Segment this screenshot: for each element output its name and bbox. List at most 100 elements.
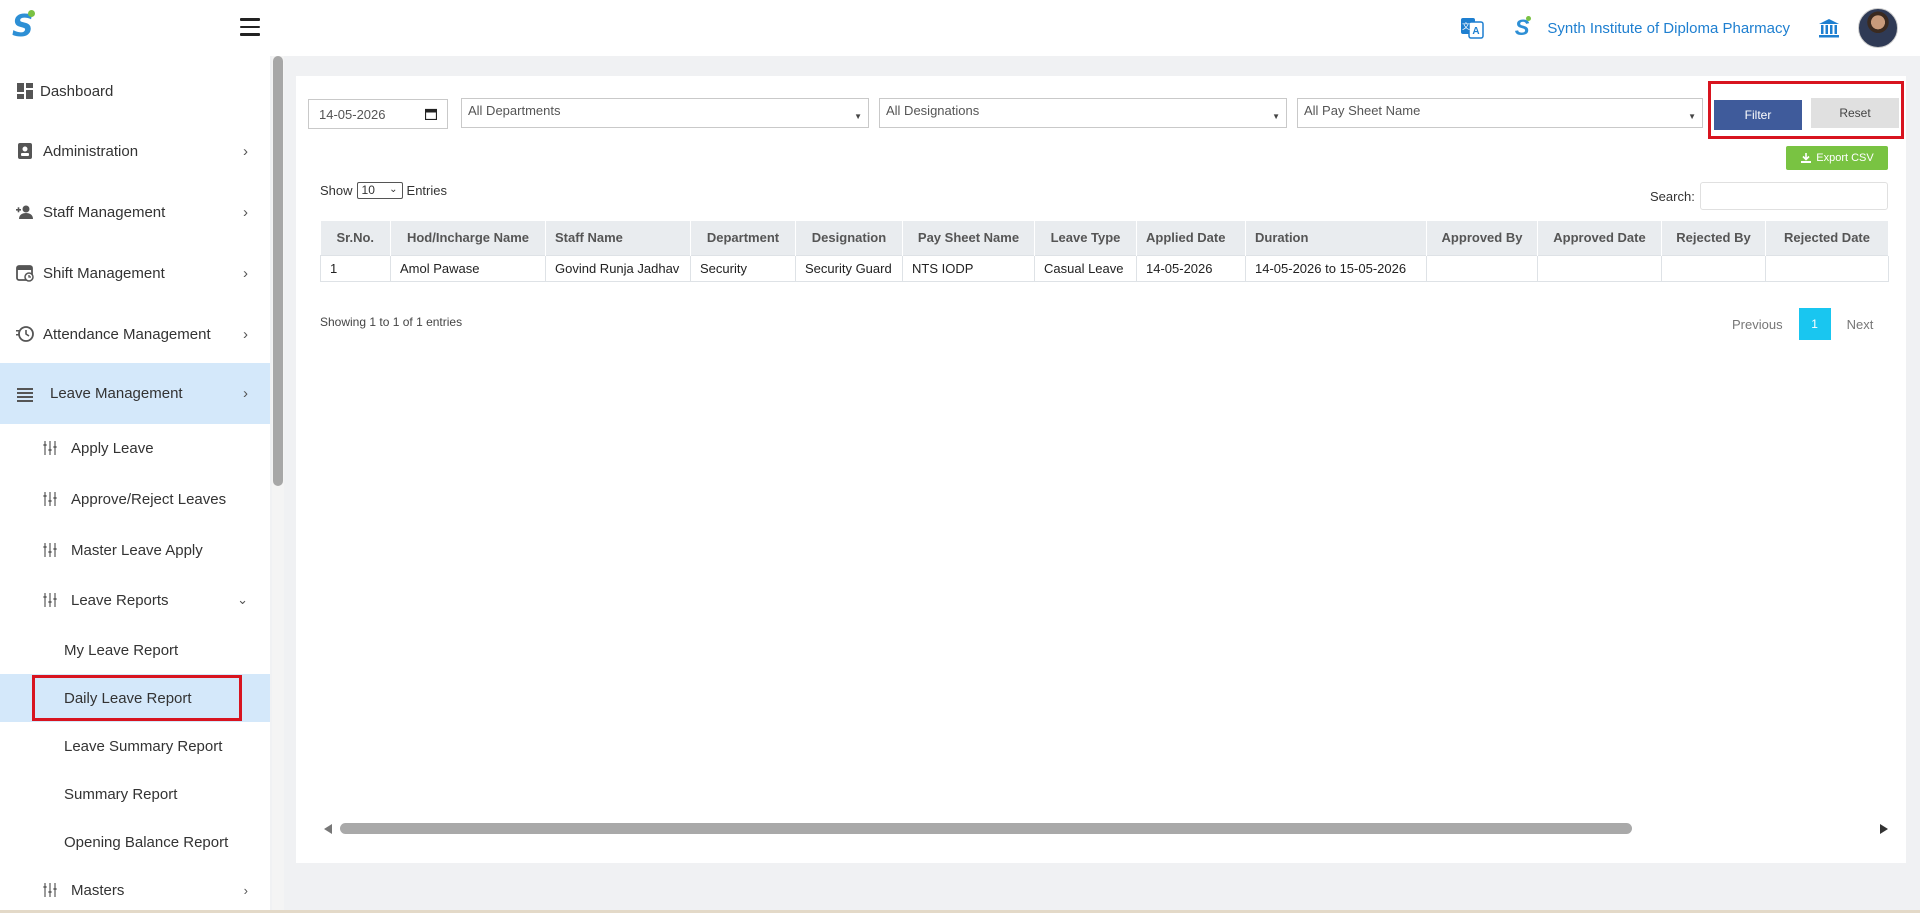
pagination: Previous 1 Next: [1732, 308, 1873, 340]
chevron-right-icon: ›: [243, 142, 248, 160]
col-header[interactable]: Pay Sheet Name: [902, 221, 1035, 255]
search-input[interactable]: [1700, 182, 1888, 210]
designation-value: All Designations: [886, 103, 980, 118]
sidebar-item-approve-reject-leaves[interactable]: Approve/Reject Leaves: [0, 475, 270, 523]
sidebar-label: Leave Summary Report: [64, 737, 223, 755]
department-value: All Departments: [468, 103, 561, 118]
chevron-right-icon: ›: [243, 385, 248, 402]
sidebar-item-master-leave-apply[interactable]: Master Leave Apply: [0, 526, 270, 574]
sliders-icon: [43, 543, 57, 557]
department-select[interactable]: All Departments ▼: [461, 98, 869, 128]
sidebar-item-summary-report[interactable]: Summary Report: [0, 770, 270, 818]
table-cell: Govind Runja Jadhav: [545, 254, 691, 282]
table-cell: 1: [320, 254, 391, 282]
chevron-right-icon: ›: [243, 882, 248, 898]
calendar-icon[interactable]: [425, 108, 437, 120]
table-cell: Casual Leave: [1034, 254, 1137, 282]
show-label: Show: [320, 183, 353, 198]
sliders-icon: [43, 883, 57, 897]
pay-sheet-select[interactable]: All Pay Sheet Name ▼: [1297, 98, 1703, 128]
sidebar-scroll-thumb[interactable]: [273, 56, 283, 486]
clock-icon: [16, 326, 34, 342]
col-header[interactable]: Duration: [1245, 221, 1427, 255]
export-label: Export CSV: [1816, 152, 1874, 164]
col-header[interactable]: Rejected By: [1661, 221, 1766, 255]
table-cell: Amol Pawase: [390, 254, 546, 282]
pay-sheet-value: All Pay Sheet Name: [1304, 103, 1421, 118]
sliders-icon: [43, 593, 57, 607]
scroll-right-icon[interactable]: [1880, 824, 1888, 834]
horizontal-scroll-thumb[interactable]: [340, 823, 1632, 834]
sidebar-label: Apply Leave: [71, 439, 154, 457]
col-header[interactable]: Applied Date: [1136, 221, 1246, 255]
table-cell: [1426, 254, 1538, 282]
next-button[interactable]: Next: [1847, 317, 1874, 332]
table-cell: NTS IODP: [902, 254, 1035, 282]
sliders-icon: [43, 492, 57, 506]
caret-down-icon: ▼: [854, 112, 862, 121]
sidebar-label: Leave Reports: [71, 591, 169, 609]
table-cell: [1661, 254, 1766, 282]
page-1-button[interactable]: 1: [1798, 308, 1831, 340]
sidebar-scrollbar[interactable]: [272, 56, 284, 913]
col-header[interactable]: Sr.No.: [320, 221, 391, 255]
menu-icon[interactable]: [240, 18, 260, 36]
col-header[interactable]: Hod/Incharge Name: [390, 221, 546, 255]
export-csv-button[interactable]: Export CSV: [1786, 146, 1888, 170]
sidebar-label: Opening Balance Report: [64, 833, 229, 851]
sidebar-item-leave-management[interactable]: Leave Management ›: [0, 363, 270, 424]
sidebar-label: Leave Management: [50, 385, 183, 402]
sidebar-item-administration[interactable]: Administration ›: [0, 122, 270, 180]
sidebar-item-dashboard[interactable]: Dashboard: [0, 62, 270, 120]
col-header[interactable]: Designation: [795, 221, 903, 255]
sidebar-item-staff-management[interactable]: Staff Management ›: [0, 183, 270, 241]
sliders-icon: [43, 441, 57, 455]
sidebar-item-shift-management[interactable]: Shift Management ›: [0, 244, 270, 302]
sidebar-label: Masters: [71, 881, 125, 899]
scroll-left-icon[interactable]: [324, 824, 332, 834]
dashboard-icon: [17, 83, 33, 99]
table-header-row: Sr.No. Hod/Incharge Name Staff Name Depa…: [320, 221, 1889, 255]
sidebar-label: Shift Management: [43, 264, 165, 282]
col-header[interactable]: Approved Date: [1537, 221, 1662, 255]
col-header[interactable]: Approved By: [1426, 221, 1538, 255]
table-cell: [1537, 254, 1662, 282]
sidebar-item-apply-leave[interactable]: Apply Leave: [0, 424, 270, 472]
search-label: Search:: [1650, 189, 1695, 204]
entries-select[interactable]: 10 ⌄: [356, 182, 403, 199]
highlight-box-sidebar: [32, 675, 242, 721]
entries-value: 10: [361, 183, 375, 197]
col-header[interactable]: Staff Name: [545, 221, 691, 255]
sidebar-item-my-leave-report[interactable]: My Leave Report: [0, 626, 270, 674]
translate-icon[interactable]: A 文: [1459, 15, 1485, 41]
institute-logo: S: [1514, 15, 1531, 40]
chevron-right-icon: ›: [243, 203, 248, 221]
institute-name[interactable]: Synth Institute of Diploma Pharmacy: [1547, 20, 1790, 37]
chevron-right-icon: ›: [243, 264, 248, 282]
date-field[interactable]: 14-05-2026: [308, 99, 448, 129]
col-header[interactable]: Department: [690, 221, 796, 255]
sidebar-item-leave-summary-report[interactable]: Leave Summary Report: [0, 722, 270, 770]
header-right: A 文 S Synth Institute of Diploma Pharmac…: [1459, 8, 1898, 48]
top-header: S A 文 S Synth Institute of Diploma Pharm…: [0, 0, 1920, 56]
col-header[interactable]: Leave Type: [1034, 221, 1137, 255]
showing-entries-text: Showing 1 to 1 of 1 entries: [320, 315, 463, 329]
sidebar-item-attendance-management[interactable]: Attendance Management ›: [0, 305, 270, 363]
svg-text:文: 文: [1462, 21, 1470, 31]
previous-button[interactable]: Previous: [1732, 317, 1783, 332]
app-logo[interactable]: S: [12, 10, 35, 42]
sidebar-item-opening-balance-report[interactable]: Opening Balance Report: [0, 818, 270, 866]
download-icon: [1801, 153, 1812, 163]
table-cell: Security Guard: [795, 254, 903, 282]
sidebar-item-masters[interactable]: Masters ›: [0, 866, 270, 913]
caret-down-icon: ▼: [1272, 112, 1280, 121]
user-avatar[interactable]: [1858, 8, 1898, 48]
horizontal-scrollbar[interactable]: [324, 821, 1888, 837]
table-cell: 14-05-2026: [1136, 254, 1246, 282]
sidebar-item-leave-reports[interactable]: Leave Reports ⌄: [0, 576, 270, 624]
col-header[interactable]: Rejected Date: [1765, 221, 1889, 255]
institution-icon[interactable]: [1818, 17, 1840, 39]
report-card: 14-05-2026 All Departments ▼ All Designa…: [296, 76, 1906, 863]
chevron-down-icon: ⌄: [237, 592, 248, 607]
designation-select[interactable]: All Designations ▼: [879, 98, 1287, 128]
